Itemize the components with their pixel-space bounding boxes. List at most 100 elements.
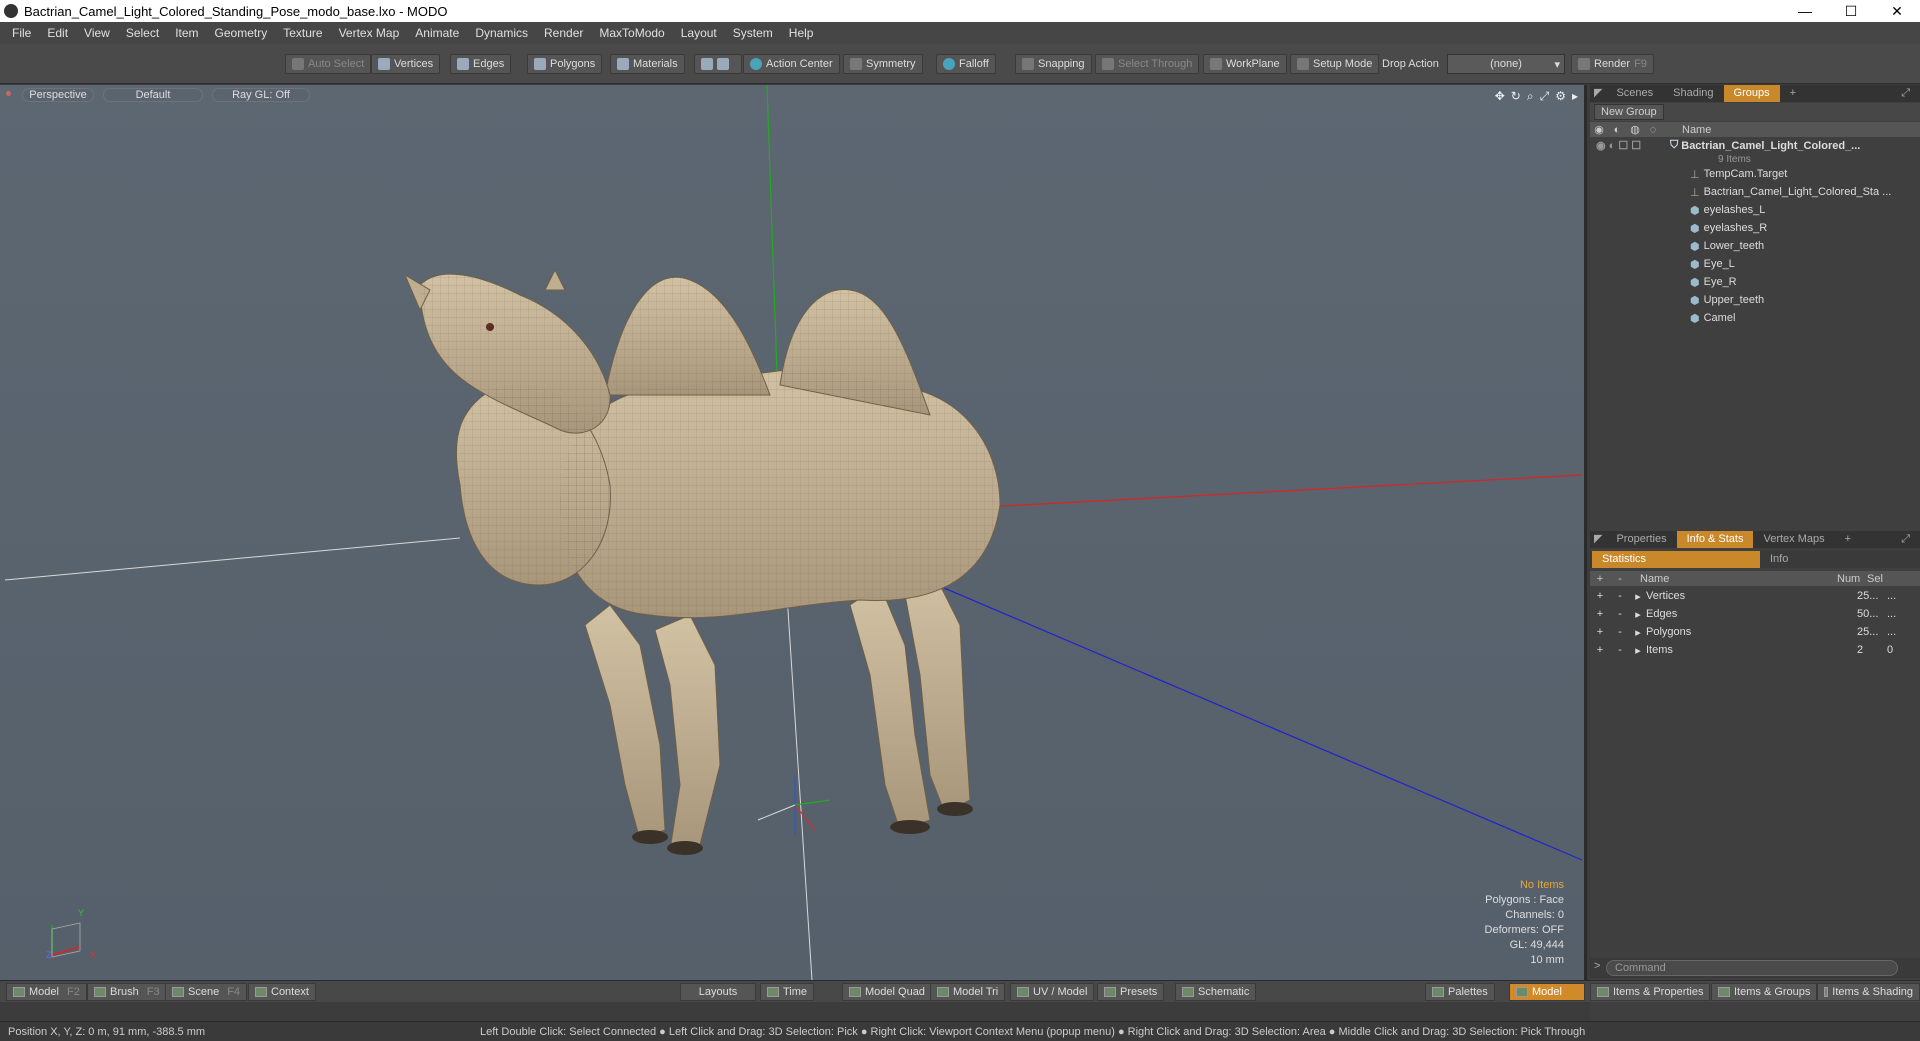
shading-dropdown[interactable]: Default <box>103 88 203 102</box>
items-properties-button[interactable]: Items & Properties <box>1590 983 1711 1001</box>
tab-vertex-maps[interactable]: Vertex Maps <box>1753 531 1834 548</box>
group-root-row[interactable]: ◉ ◐ ☐ ☐ ⛉ Bactrian_Camel_Light_Colored_.… <box>1590 138 1920 153</box>
vertices-button[interactable]: Vertices <box>371 54 441 74</box>
palettes-button[interactable]: Palettes <box>1425 983 1495 1001</box>
expand-panel-icon[interactable]: ⤢ <box>1891 531 1920 548</box>
add-tab-icon[interactable]: + <box>1780 85 1806 102</box>
minus-icon[interactable]: - <box>1610 644 1630 656</box>
menu-vertex-map[interactable]: Vertex Map <box>331 26 408 40</box>
context-layout-button[interactable]: Context <box>248 983 316 1001</box>
maximize-button[interactable]: ☐ <box>1828 0 1874 22</box>
zoom-icon[interactable]: ⌕ <box>1527 89 1534 104</box>
tree-item[interactable]: ⬢ Eye_L <box>1590 255 1920 273</box>
stats-row[interactable]: + - ▸ Polygons 25...... <box>1590 623 1920 641</box>
model-active-button[interactable]: Model <box>1509 983 1585 1001</box>
stats-row[interactable]: + - ▸ Items 2 0 <box>1590 641 1920 659</box>
materials-button[interactable]: Materials <box>610 54 685 74</box>
stats-row[interactable]: + - ▸ Edges 50...... <box>1590 605 1920 623</box>
menu-texture[interactable]: Texture <box>275 26 330 40</box>
symmetry-button[interactable]: Symmetry <box>843 54 923 74</box>
panel-menu-icon[interactable]: ◤ <box>1590 85 1606 102</box>
falloff-button[interactable]: Falloff <box>936 54 996 74</box>
model-layout-button[interactable]: Model F2 <box>6 983 87 1001</box>
tree-item[interactable]: ⬢ Upper_teeth <box>1590 291 1920 309</box>
viewport-settings-icon[interactable]: ⚙ <box>1555 89 1566 104</box>
view-mode-dropdown[interactable]: Perspective <box>22 88 94 102</box>
minus-icon[interactable]: - <box>1610 608 1630 620</box>
model-quad-button[interactable]: Model Quad <box>842 983 932 1001</box>
tab-statistics[interactable]: Statistics <box>1592 551 1760 568</box>
expand-arrow-icon[interactable]: ▸ <box>1630 626 1646 639</box>
tree-item[interactable]: ⬢ eyelashes_R <box>1590 219 1920 237</box>
minimize-button[interactable]: — <box>1782 0 1828 22</box>
snapping-button[interactable]: Snapping <box>1015 54 1092 74</box>
layouts-button[interactable]: Layouts <box>680 983 756 1001</box>
brush-layout-button[interactable]: Brush F3 <box>87 983 167 1001</box>
edges-button[interactable]: Edges <box>450 54 512 74</box>
scene-layout-button[interactable]: Scene F4 <box>165 983 248 1001</box>
workplane-button[interactable]: WorkPlane <box>1203 54 1287 74</box>
tab-info[interactable]: Info <box>1760 551 1798 568</box>
menu-animate[interactable]: Animate <box>407 26 467 40</box>
plus-icon[interactable]: + <box>1590 644 1610 656</box>
transform-gizmo[interactable] <box>757 775 831 835</box>
pan-icon[interactable]: ✥ <box>1495 89 1505 104</box>
3d-viewport[interactable]: Y X Z Perspective Default Ray GL: Off ✥ … <box>0 85 1587 980</box>
select-through-button[interactable]: Select Through <box>1095 54 1200 74</box>
tab-groups[interactable]: Groups <box>1723 85 1780 102</box>
raygl-toggle[interactable]: Ray GL: Off <box>212 88 310 102</box>
action-center-button[interactable]: Action Center <box>743 54 840 74</box>
schematic-button[interactable]: Schematic <box>1175 983 1257 1001</box>
viewport-menu-dot-icon[interactable] <box>6 91 11 96</box>
tab-info-stats[interactable]: Info & Stats <box>1676 531 1754 548</box>
tree-item[interactable]: ⬢ Camel <box>1590 309 1920 327</box>
render-button[interactable]: Render F9 <box>1571 54 1654 74</box>
minus-icon[interactable]: - <box>1610 626 1630 638</box>
rotate-icon[interactable]: ↻ <box>1511 89 1521 104</box>
menu-system[interactable]: System <box>725 26 781 40</box>
menu-help[interactable]: Help <box>781 26 822 40</box>
auto-select-button[interactable]: Auto Select <box>285 54 372 74</box>
polygons-button[interactable]: Polygons <box>527 54 603 74</box>
expand-panel-icon[interactable]: ⤢ <box>1891 85 1920 102</box>
camel-model[interactable] <box>403 268 1001 855</box>
panel-menu-icon[interactable]: ◤ <box>1590 531 1606 548</box>
menu-item[interactable]: Item <box>167 26 206 40</box>
menu-file[interactable]: File <box>4 26 39 40</box>
tab-scenes[interactable]: Scenes <box>1606 85 1663 102</box>
visibility-eye-icon[interactable]: ◉ ◐ ☐ ☐ <box>1590 139 1670 152</box>
lock-column-icon[interactable]: ◍ <box>1626 123 1644 136</box>
menu-select[interactable]: Select <box>118 26 167 40</box>
model-tri-button[interactable]: Model Tri <box>930 983 1006 1001</box>
menu-render[interactable]: Render <box>536 26 591 40</box>
tree-item[interactable]: ⊥ Bactrian_Camel_Light_Colored_Sta ... <box>1590 183 1920 201</box>
tab-shading[interactable]: Shading <box>1663 85 1723 102</box>
tree-item[interactable]: ⊥ TempCam.Target <box>1590 165 1920 183</box>
tree-item[interactable]: ⬢ eyelashes_L <box>1590 201 1920 219</box>
expand-arrow-icon[interactable]: ▸ <box>1630 590 1646 603</box>
plus-icon[interactable]: + <box>1590 608 1610 620</box>
tree-item[interactable]: ⬢ Lower_teeth <box>1590 237 1920 255</box>
expand-all-icon[interactable]: + <box>1590 573 1610 585</box>
select-tools-group[interactable] <box>694 54 742 74</box>
drop-action-select[interactable]: (none) ▾ <box>1447 54 1565 74</box>
menu-view[interactable]: View <box>76 26 118 40</box>
menu-maxtomodo[interactable]: MaxToModo <box>591 26 672 40</box>
plus-icon[interactable]: + <box>1590 590 1610 602</box>
stats-row[interactable]: + - ▸ Vertices 25...... <box>1590 587 1920 605</box>
items-groups-button[interactable]: Items & Groups <box>1711 983 1818 1001</box>
render-column-icon[interactable]: ◐ <box>1608 124 1626 136</box>
command-input[interactable]: Command <box>1606 960 1898 976</box>
menu-layout[interactable]: Layout <box>673 26 725 40</box>
uv-model-button[interactable]: UV / Model <box>1010 983 1095 1001</box>
setup-mode-button[interactable]: Setup Mode <box>1290 54 1380 74</box>
tree-item[interactable]: ⬢ Eye_R <box>1590 273 1920 291</box>
close-button[interactable]: ✕ <box>1874 0 1920 22</box>
new-group-button[interactable]: New Group <box>1594 104 1664 120</box>
minus-icon[interactable]: - <box>1610 590 1630 602</box>
menu-edit[interactable]: Edit <box>39 26 76 40</box>
menu-dynamics[interactable]: Dynamics <box>467 26 536 40</box>
time-button[interactable]: Time <box>760 983 815 1001</box>
visibility-column-icon[interactable]: ◉ <box>1590 123 1608 136</box>
viewport-expand-icon[interactable]: ▸ <box>1572 89 1578 104</box>
